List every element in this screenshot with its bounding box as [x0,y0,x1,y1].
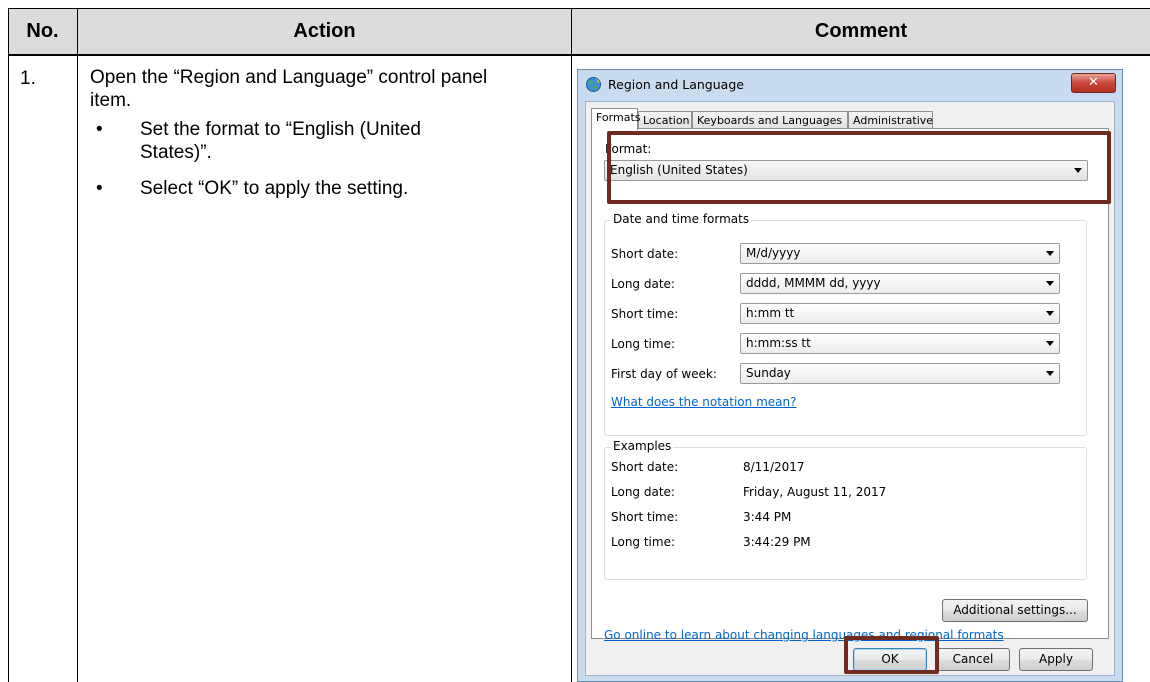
example-short-date-value: 8/11/2017 [743,460,805,474]
chevron-down-icon [1046,281,1054,286]
long-date-dropdown[interactable]: dddd, MMMM dd, yyyy [740,273,1060,294]
action-bullet: • Set the format to “English (United Stat… [90,118,490,164]
long-time-value: h:mm:ss tt [746,336,811,350]
globe-icon [586,77,601,92]
tab-location[interactable]: Location [638,111,692,129]
example-short-time-value: 3:44 PM [743,510,792,524]
examples-group: Examples Short date: 8/11/2017 Long date… [604,439,1087,580]
bullet-text: Set the format to “English (United State… [140,119,421,163]
date-time-group-title: Date and time formats [611,212,752,226]
action-cell: Open the “Region and Language” control p… [90,66,490,213]
cancel-button[interactable]: Cancel [936,648,1010,671]
first-day-value: Sunday [746,366,791,380]
chevron-down-icon [1046,311,1054,316]
table-border-left [8,8,9,682]
region-language-dialog: Region and Language ✕ Formats Location K… [577,69,1123,682]
header-no: No. [26,20,59,42]
header-comment: Comment [814,20,908,42]
notation-help-link[interactable]: What does the notation mean? [611,395,796,409]
chevron-down-icon [1046,371,1054,376]
example-short-time-label: Short time: [611,510,679,524]
bullet-text: Select “OK” to apply the setting. [140,178,409,199]
short-date-label: Short date: [611,247,679,261]
short-time-value: h:mm tt [746,306,795,320]
dialog-client-area: Formats Location Keyboards and Languages… [585,101,1115,676]
column-divider-1 [77,8,78,682]
date-time-formats-group: Date and time formats Short date: M/d/yy… [604,212,1087,436]
dialog-titlebar[interactable]: Region and Language ✕ [578,70,1122,100]
tab-keyboards-languages[interactable]: Keyboards and Languages [692,111,848,129]
short-time-label: Short time: [611,307,679,321]
first-day-label: First day of week: [611,367,717,381]
step-number: 1. [20,68,36,89]
header-action: Action [293,20,356,42]
long-date-value: dddd, MMMM dd, yyyy [746,276,881,290]
chevron-down-icon [1046,251,1054,256]
first-day-dropdown[interactable]: Sunday [740,363,1060,384]
example-short-date-label: Short date: [611,460,679,474]
example-long-date-value: Friday, August 11, 2017 [743,485,887,499]
format-dropdown[interactable]: English (United States) [604,160,1088,181]
long-time-dropdown[interactable]: h:mm:ss tt [740,333,1060,354]
formats-tab-pane: Format: English (United States) Date and… [591,128,1109,642]
action-intro: Open the “Region and Language” control p… [90,67,488,111]
format-label: Format: [605,142,652,156]
ok-button[interactable]: OK [853,648,927,671]
bullet-glyph: • [96,178,103,199]
online-help-link[interactable]: Go online to learn about changing langua… [604,628,1004,642]
format-value: English (United States) [610,163,748,177]
example-long-time-value: 3:44:29 PM [743,535,811,549]
examples-group-title: Examples [611,439,674,453]
close-button[interactable]: ✕ [1071,73,1116,93]
example-long-time-label: Long time: [611,535,676,549]
additional-settings-button[interactable]: Additional settings... [942,599,1088,622]
example-long-date-label: Long date: [611,485,675,499]
tab-administrative[interactable]: Administrative [848,111,933,129]
long-date-label: Long date: [611,277,675,291]
tab-formats[interactable]: Formats [591,108,641,130]
bullet-glyph: • [96,119,103,140]
column-divider-2 [571,8,572,682]
chevron-down-icon [1074,168,1082,173]
dialog-title: Region and Language [608,77,744,92]
long-time-label: Long time: [611,337,676,351]
action-bullet: • Select “OK” to apply the setting. [90,177,490,200]
short-date-value: M/d/yyyy [746,246,801,260]
short-time-dropdown[interactable]: h:mm tt [740,303,1060,324]
apply-button[interactable]: Apply [1019,648,1093,671]
action-bullets: • Set the format to “English (United Stat… [90,118,490,200]
short-date-dropdown[interactable]: M/d/yyyy [740,243,1060,264]
chevron-down-icon [1046,341,1054,346]
